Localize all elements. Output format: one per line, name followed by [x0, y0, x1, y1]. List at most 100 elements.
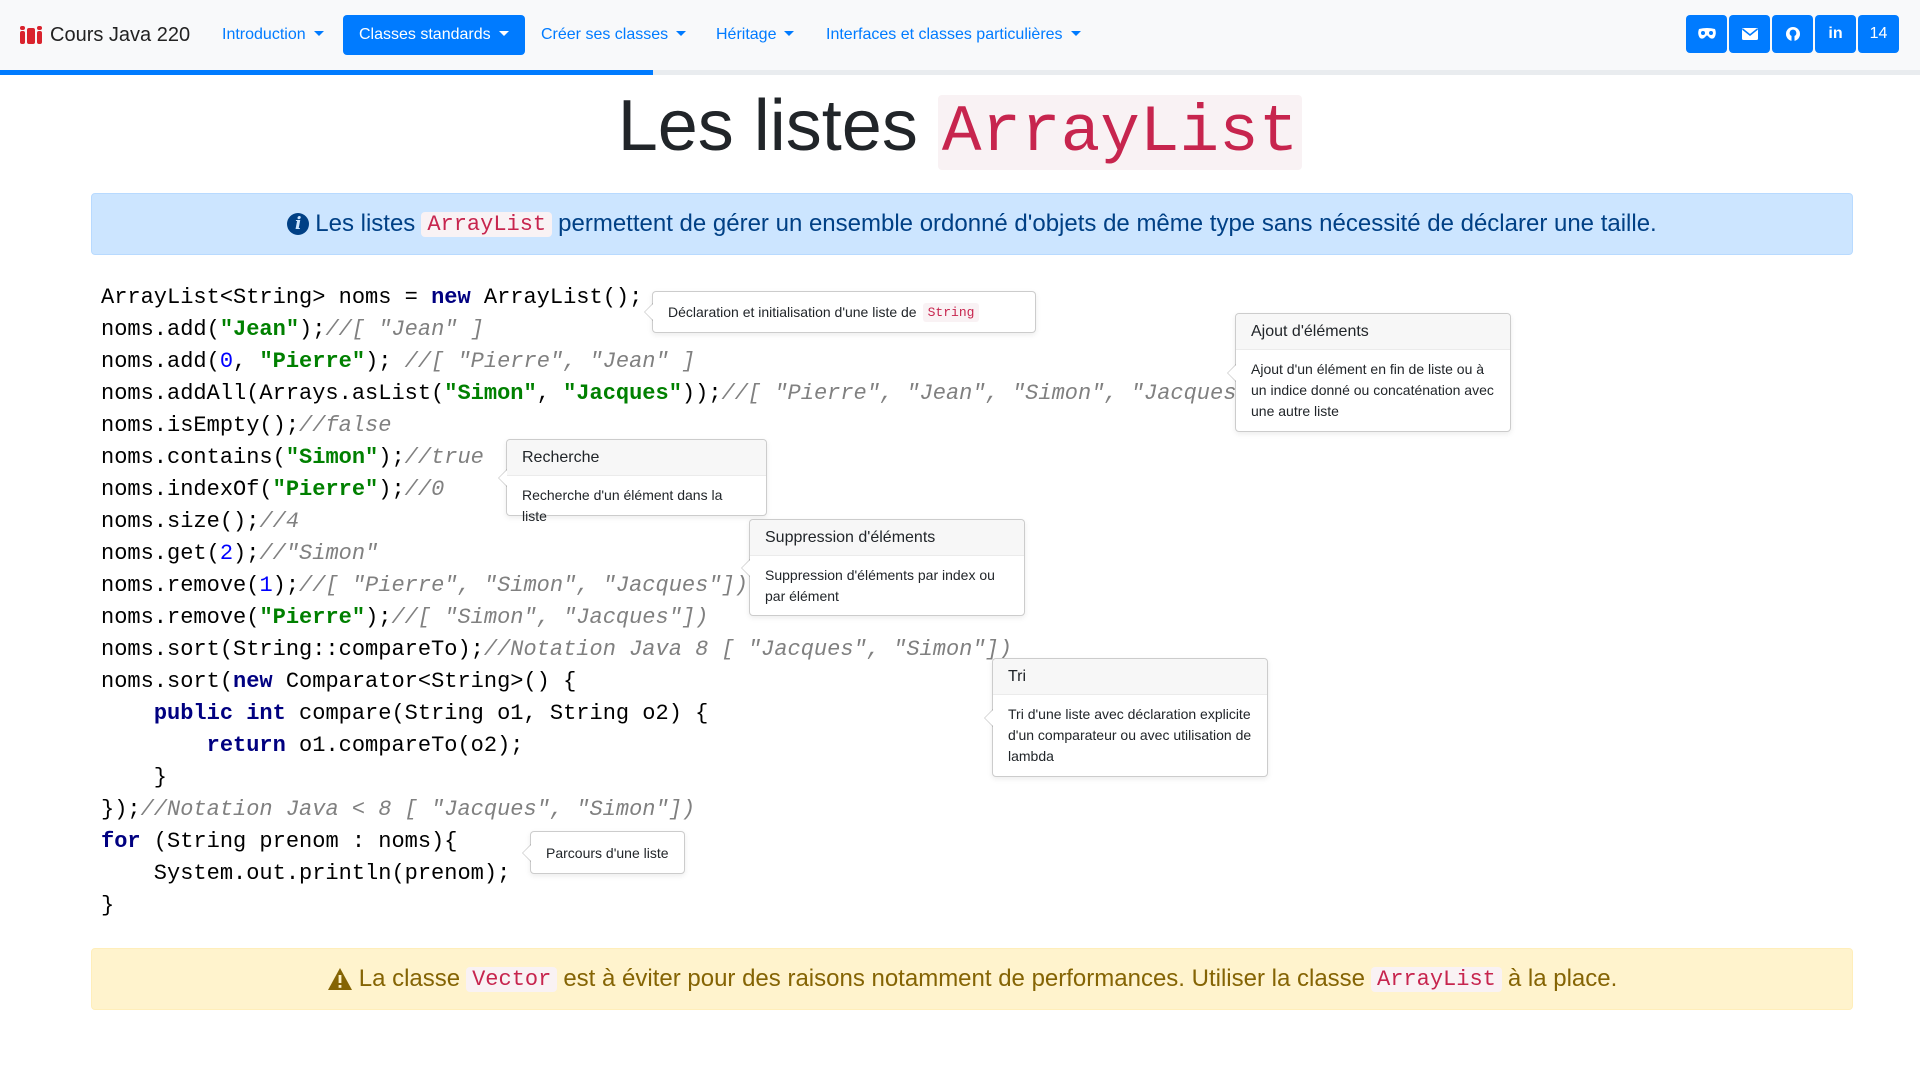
code-token: noms.sort(String::compareTo);: [101, 637, 484, 662]
popover-declaration: Déclaration et initialisation d'une list…: [644, 291, 1036, 333]
code-token: "Pierre": [259, 349, 366, 374]
nav-introduction[interactable]: Introduction: [206, 15, 340, 55]
popover-tri-title: Tri: [993, 659, 1267, 695]
warning-code-arraylist: ArrayList: [1371, 966, 1502, 992]
code-token: //[ "Pierre", "Jean" ]: [404, 349, 696, 374]
code-token: );: [378, 477, 405, 502]
popover-tri-body: Tri d'une liste avec déclaration explici…: [1008, 706, 1252, 764]
info-alert-text-start: Les listes: [315, 210, 416, 237]
caret-down-icon: [784, 31, 795, 36]
code-token: }: [101, 893, 115, 918]
code-token: "Jacques": [563, 381, 682, 406]
nav-classes-standards[interactable]: Classes standards: [343, 15, 525, 55]
code-token: noms.contains(: [101, 445, 286, 470]
caret-down-icon: [1070, 31, 1081, 36]
code-token: ArrayList<String> noms =: [101, 285, 432, 310]
code-token: "Pierre": [259, 605, 366, 630]
warning-text-end: à la place.: [1507, 965, 1618, 992]
code-token: //Notation Java 8 [ "Jacques", "Simon"]): [483, 637, 1012, 662]
code-token: ,: [536, 381, 564, 406]
popover-suppression: Suppression d'éléments Suppression d'élé…: [741, 519, 1025, 616]
code-token: noms.addAll(Arrays.asList(: [101, 381, 445, 406]
code-token: );: [233, 541, 260, 566]
code-line: noms.remove("Pierre");//[ "Simon", "Jacq…: [101, 602, 1263, 634]
code-token: o1.compareTo(o2);: [285, 733, 524, 758]
code-token: noms.remove(: [101, 573, 260, 598]
nav-interfaces[interactable]: Interfaces et classes particulières: [810, 15, 1097, 55]
code-token: new: [233, 669, 273, 694]
code-token: //[ "Pierre", "Simon", "Jacques"]): [299, 573, 748, 598]
code-block: ArrayList<String> noms = new ArrayList()…: [101, 282, 1263, 922]
email-button[interactable]: [1729, 15, 1770, 53]
code-token: new: [431, 285, 471, 310]
caret-down-icon: [676, 31, 687, 36]
popover-recherche-title: Recherche: [507, 440, 766, 476]
nav-classes-standards-label: Classes standards: [359, 26, 491, 43]
popover-parcours-text: Parcours d'une liste: [546, 844, 669, 861]
code-line: noms.add(0, "Pierre"); //[ "Pierre", "Je…: [101, 346, 1263, 378]
code-token: noms.get(: [101, 541, 220, 566]
brand-title: Cours Java 220: [50, 23, 191, 46]
page-number: 14: [1869, 25, 1888, 42]
popover-declaration-code: String: [922, 302, 980, 322]
warning-alert: La classe Vector est à éviter pour des r…: [91, 948, 1853, 1010]
code-line: noms.isEmpty();//false: [101, 410, 1263, 442]
nav-creer-ses-classes[interactable]: Créer ses classes: [525, 15, 702, 55]
github-icon: [1785, 27, 1800, 41]
info-alert-text-end: permettent de gérer un ensemble ordonné …: [558, 210, 1657, 237]
caret-down-icon: [498, 31, 509, 36]
code-token: compare(String o1, String o2) {: [285, 701, 709, 726]
code-token: noms.isEmpty();: [101, 413, 300, 438]
linkedin-icon: in: [1828, 25, 1843, 42]
envelope-icon: [1741, 28, 1758, 40]
brand-link[interactable]: Cours Java 220: [20, 22, 190, 48]
warning-code-vector: Vector: [466, 966, 558, 992]
code-line: noms.addAll(Arrays.asList("Simon", "Jacq…: [101, 378, 1263, 410]
code-token: "Pierre": [272, 477, 379, 502]
code-token: 1: [259, 573, 273, 598]
code-token: "Jean": [219, 317, 300, 342]
code-line: }: [101, 890, 1263, 922]
info-alert: i Les listes ArrayList permettent de gér…: [91, 193, 1853, 255]
code-token: //"Simon": [259, 541, 379, 566]
code-token: 0: [219, 349, 234, 374]
nav-creer-ses-classes-label: Créer ses classes: [541, 26, 669, 43]
mask-button[interactable]: [1686, 15, 1727, 53]
page-number-button[interactable]: 14: [1858, 15, 1899, 53]
code-token: (String prenom : noms){: [140, 829, 458, 854]
warning-text-middle: est à éviter pour des raisons notamment …: [563, 965, 1366, 992]
caret-down-icon: [313, 31, 324, 36]
popover-parcours: Parcours d'une liste: [522, 831, 685, 874]
popover-recherche: Recherche Recherche d'un élément dans la…: [498, 439, 767, 524]
popover-ajout-title: Ajout d'éléments: [1236, 314, 1510, 350]
code-token: noms.sort(: [101, 669, 234, 694]
nav-interfaces-label: Interfaces et classes particulières: [826, 26, 1063, 43]
info-alert-code: ArrayList: [421, 211, 553, 237]
github-button[interactable]: [1772, 15, 1813, 53]
code-token: //[ "Jean" ]: [325, 317, 484, 342]
linkedin-button[interactable]: in: [1815, 15, 1856, 53]
code-token: //Notation Java < 8 [ "Jacques", "Simon"…: [140, 797, 696, 822]
code-token: noms.indexOf(: [101, 477, 273, 502]
code-token: );: [365, 349, 405, 374]
top-navbar: Cours Java 220 Introduction Classes stan…: [0, 0, 1920, 70]
code-token: System.out.println(prenom);: [101, 861, 511, 886]
code-token: noms.size();: [101, 509, 260, 534]
code-line: noms.get(2);//"Simon": [101, 538, 1263, 570]
mask-icon: [1697, 28, 1716, 39]
page-title-code: ArrayList: [937, 95, 1303, 170]
ipi-logo-icon: [20, 26, 42, 44]
warning-triangle-icon: [327, 967, 353, 991]
code-token: }: [101, 765, 168, 790]
code-token: noms.add(: [101, 317, 220, 342]
info-circle-icon: i: [287, 213, 310, 235]
code-token: 2: [219, 541, 234, 566]
popover-ajout-body: Ajout d'un élément en fin de liste ou à …: [1251, 361, 1494, 419]
code-token: Comparator<String>() {: [272, 669, 577, 694]
slide-progress-bar: [0, 70, 1920, 75]
code-token: noms.add(: [101, 349, 220, 374]
code-token: noms.remove(: [101, 605, 260, 630]
nav-heritage[interactable]: Héritage: [700, 15, 810, 55]
